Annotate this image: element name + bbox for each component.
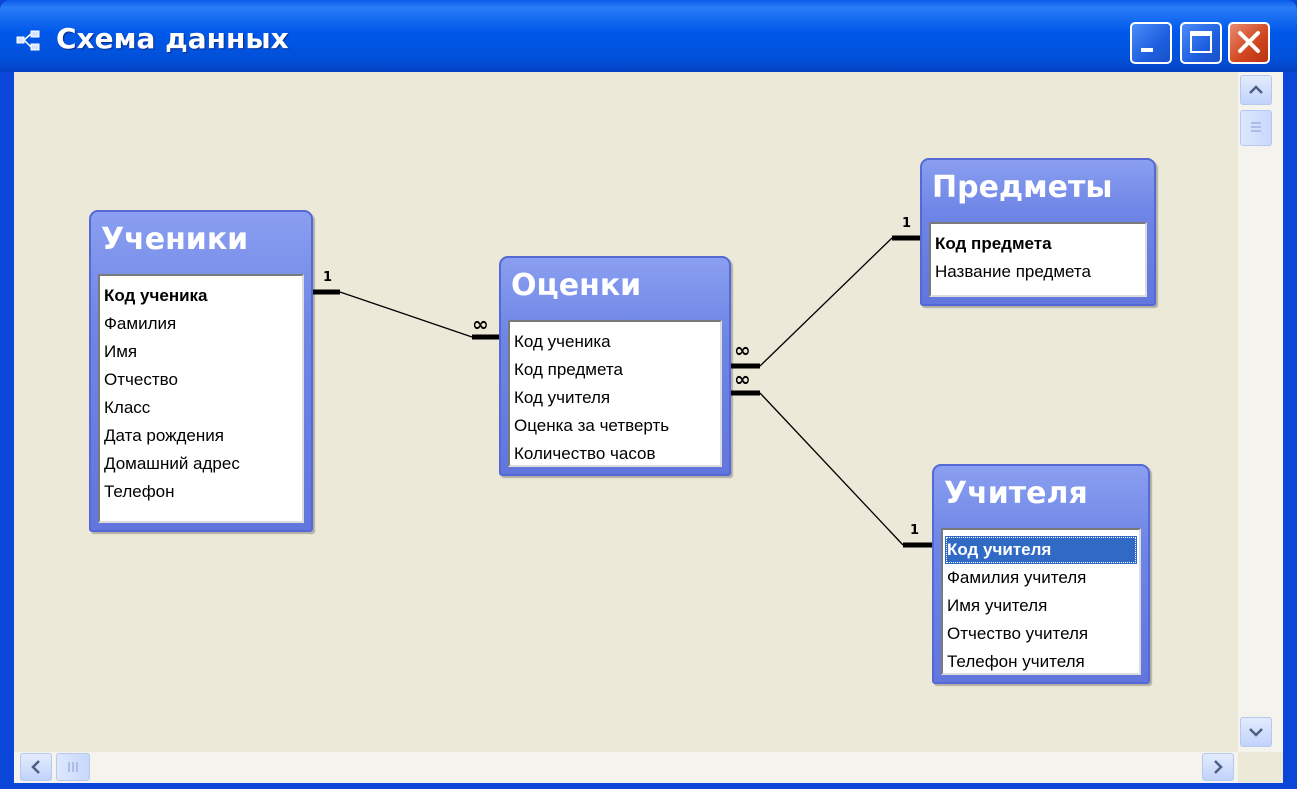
- field-item[interactable]: Телефон учителя: [943, 648, 1139, 676]
- table-title[interactable]: Оценки: [511, 268, 641, 303]
- chevron-right-icon: [1214, 760, 1223, 774]
- field-item[interactable]: Оценка за четверть: [510, 412, 720, 440]
- vertical-scroll-thumb[interactable]: [1240, 110, 1272, 146]
- vertical-scrollbar[interactable]: [1238, 72, 1283, 752]
- chevron-down-icon: [1249, 728, 1263, 737]
- close-button[interactable]: [1228, 22, 1270, 64]
- client-area: 1 ∞ ∞ ∞ 1 1 Ученики Код ученика Фамилия …: [14, 72, 1283, 783]
- scroll-up-button[interactable]: [1240, 75, 1272, 105]
- many-marker: ∞: [734, 367, 751, 391]
- rel-line-grades-subjects: [759, 237, 893, 367]
- field-item[interactable]: Домашний адрес: [100, 450, 302, 478]
- table-subjects[interactable]: Предметы Код предмета Название предмета: [920, 158, 1156, 306]
- field-item[interactable]: Код учителя: [510, 384, 720, 412]
- rel-line-students-grades: [339, 291, 473, 338]
- chevron-up-icon: [1249, 85, 1263, 94]
- field-item[interactable]: Код предмета: [510, 356, 720, 384]
- field-item[interactable]: Отчество учителя: [943, 620, 1139, 648]
- field-item[interactable]: Дата рождения: [100, 422, 302, 450]
- table-teachers[interactable]: Учителя Код учителя Фамилия учителя Имя …: [932, 464, 1150, 684]
- field-list[interactable]: Код ученика Код предмета Код учителя Оце…: [508, 320, 722, 467]
- table-title[interactable]: Предметы: [932, 170, 1113, 205]
- table-grades[interactable]: Оценки Код ученика Код предмета Код учит…: [499, 256, 731, 476]
- field-item[interactable]: Код ученика: [510, 328, 720, 356]
- field-item[interactable]: Имя учителя: [943, 592, 1139, 620]
- close-icon: [1238, 31, 1260, 53]
- scrollbar-corner: [1238, 752, 1283, 783]
- one-marker: 1: [902, 216, 912, 231]
- field-item[interactable]: Код ученика: [100, 282, 302, 310]
- field-item[interactable]: Имя: [100, 338, 302, 366]
- one-marker: 1: [323, 270, 333, 285]
- minimize-button[interactable]: [1130, 22, 1172, 64]
- field-list[interactable]: Код предмета Название предмета: [929, 222, 1147, 297]
- field-item[interactable]: Фамилия учителя: [943, 564, 1139, 592]
- rel-line-grades-teachers: [759, 392, 904, 546]
- window-title: Схема данных: [56, 22, 289, 55]
- scroll-right-button[interactable]: [1202, 753, 1234, 781]
- title-bar[interactable]: Схема данных: [0, 0, 1297, 72]
- maximize-button[interactable]: [1180, 22, 1222, 64]
- field-item[interactable]: Телефон: [100, 478, 302, 506]
- many-marker: ∞: [734, 338, 751, 362]
- field-item[interactable]: Отчество: [100, 366, 302, 394]
- maximize-icon: [1190, 31, 1212, 53]
- field-item[interactable]: Название предмета: [931, 258, 1145, 286]
- field-item[interactable]: Количество часов: [510, 440, 720, 468]
- grip-icon: [68, 762, 78, 772]
- minimize-icon: [1141, 48, 1153, 52]
- scroll-down-button[interactable]: [1240, 717, 1272, 747]
- field-item-selected[interactable]: Код учителя: [945, 536, 1137, 564]
- field-list[interactable]: Код учителя Фамилия учителя Имя учителя …: [941, 528, 1141, 675]
- grip-icon: [1251, 122, 1261, 132]
- field-item[interactable]: Код предмета: [931, 230, 1145, 258]
- table-title[interactable]: Учителя: [944, 476, 1088, 511]
- table-title[interactable]: Ученики: [101, 222, 248, 257]
- relationships-icon: [16, 30, 40, 51]
- horizontal-scroll-thumb[interactable]: [56, 753, 90, 781]
- many-marker: ∞: [472, 312, 489, 336]
- field-list[interactable]: Код ученика Фамилия Имя Отчество Класс Д…: [98, 274, 304, 523]
- horizontal-scrollbar[interactable]: [14, 752, 1238, 783]
- field-item[interactable]: Фамилия: [100, 310, 302, 338]
- field-item[interactable]: Класс: [100, 394, 302, 422]
- scroll-left-button[interactable]: [20, 753, 52, 781]
- table-students[interactable]: Ученики Код ученика Фамилия Имя Отчество…: [89, 210, 313, 532]
- one-marker: 1: [910, 523, 920, 538]
- chevron-left-icon: [31, 760, 40, 774]
- relationships-canvas[interactable]: 1 ∞ ∞ ∞ 1 1 Ученики Код ученика Фамилия …: [14, 72, 1238, 752]
- schema-window: Схема данных 1 ∞ ∞ ∞ 1 1 Ученики Код уче…: [0, 0, 1297, 789]
